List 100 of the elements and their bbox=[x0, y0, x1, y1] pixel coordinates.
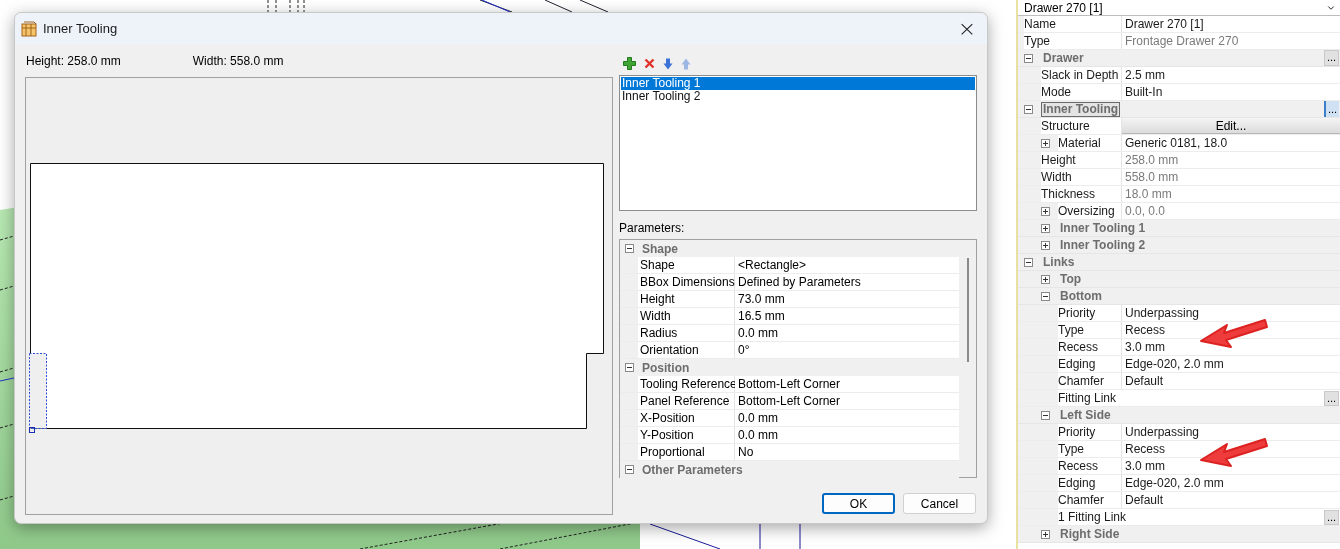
parameter-row[interactable]: X-Position 0.0 mm bbox=[620, 410, 959, 427]
property-row[interactable]: Priority Underpassing bbox=[1018, 424, 1340, 441]
property-row[interactable]: Edging Edge-020, 2.0 mm bbox=[1018, 356, 1340, 373]
collapse-icon[interactable] bbox=[625, 244, 634, 253]
collapse-icon[interactable] bbox=[1041, 291, 1050, 301]
property-row[interactable]: Oversizing 0.0, 0.0 bbox=[1018, 203, 1340, 220]
close-button[interactable]: × bbox=[947, 13, 987, 44]
property-row[interactable]: Priority Underpassing bbox=[1018, 305, 1340, 322]
property-value: 3.0 mm bbox=[1121, 458, 1340, 474]
collapse-icon[interactable] bbox=[1024, 53, 1033, 63]
property-label: Name bbox=[1024, 16, 1121, 32]
property-label: Width bbox=[1041, 169, 1121, 185]
property-row[interactable]: Type Recess bbox=[1018, 441, 1340, 458]
parameter-row[interactable]: Radius 0.0 mm bbox=[620, 325, 959, 342]
parameter-row[interactable]: BBox Dimensions Defined by Parameters bbox=[620, 274, 959, 291]
property-row[interactable]: Recess 3.0 mm bbox=[1018, 339, 1340, 356]
height-label: Height: 258.0 mm bbox=[26, 52, 121, 70]
property-row[interactable]: Material Generic 0181, 18.0 bbox=[1018, 135, 1340, 152]
property-row[interactable]: 1 Fitting Link ... bbox=[1018, 509, 1340, 526]
property-row[interactable]: Recess 3.0 mm bbox=[1018, 458, 1340, 475]
group-row[interactable]: Top bbox=[1018, 271, 1340, 288]
group-label: Top bbox=[1059, 271, 1083, 287]
expand-icon[interactable] bbox=[1041, 240, 1050, 250]
parameter-label: Radius bbox=[638, 325, 735, 341]
parameter-row[interactable]: Width 16.5 mm bbox=[620, 308, 959, 325]
group-row[interactable]: Right Side bbox=[1018, 526, 1340, 543]
property-value: 0.0, 0.0 bbox=[1121, 203, 1340, 219]
parameter-row[interactable]: Proportional No bbox=[620, 444, 959, 461]
group-row[interactable]: Left Side bbox=[1018, 407, 1340, 424]
group-label: Inner Tooling 1 bbox=[1059, 220, 1147, 236]
section-row[interactable]: Shape bbox=[620, 240, 959, 257]
ellipsis-button[interactable]: ... bbox=[1324, 390, 1339, 406]
parameter-row[interactable]: Tooling Reference Bottom-Left Corner bbox=[620, 376, 959, 393]
add-icon[interactable] bbox=[623, 57, 636, 70]
parameter-value: 0.0 mm bbox=[735, 325, 959, 341]
property-label: Recess bbox=[1058, 339, 1121, 355]
expand-icon[interactable] bbox=[1041, 206, 1050, 216]
expand-icon[interactable] bbox=[1041, 529, 1050, 539]
parameters-label: Parameters: bbox=[619, 220, 685, 237]
parameter-value: Bottom-Left Corner bbox=[735, 376, 959, 392]
expand-icon[interactable] bbox=[1041, 274, 1050, 284]
parameter-row[interactable]: Panel Reference Bottom-Left Corner bbox=[620, 393, 959, 410]
section-title: Other Parameters bbox=[642, 461, 743, 479]
dialog-button[interactable]: OK bbox=[822, 493, 895, 514]
collapse-icon[interactable] bbox=[625, 465, 634, 474]
parameter-label: Width bbox=[638, 308, 735, 324]
group-row[interactable]: Drawer ... bbox=[1018, 50, 1340, 67]
property-row[interactable]: Chamfer Default bbox=[1018, 373, 1340, 390]
section-title: Position bbox=[642, 359, 690, 377]
group-row[interactable]: Inner Tooling ... bbox=[1018, 101, 1340, 118]
property-value: Drawer 270 [1] bbox=[1121, 16, 1340, 32]
property-label: Material bbox=[1058, 135, 1121, 151]
collapse-icon[interactable] bbox=[1024, 257, 1033, 267]
property-row[interactable]: Name Drawer 270 [1] bbox=[1018, 16, 1340, 33]
property-row[interactable]: Slack in Depth 2.5 mm bbox=[1018, 67, 1340, 84]
parameter-row[interactable]: Y-Position 0.0 mm bbox=[620, 427, 959, 444]
expand-icon[interactable] bbox=[1041, 138, 1050, 148]
property-row[interactable]: Type Frontage Drawer 270 bbox=[1018, 33, 1340, 50]
delete-icon[interactable] bbox=[644, 58, 655, 69]
property-label: Slack in Depth bbox=[1041, 67, 1121, 83]
parameter-row[interactable]: Height 73.0 mm bbox=[620, 291, 959, 308]
property-row[interactable]: Width 558.0 mm bbox=[1018, 169, 1340, 186]
parameter-value: Defined by Parameters bbox=[735, 274, 959, 290]
property-row[interactable]: Fitting Link ... bbox=[1018, 390, 1340, 407]
collapse-icon[interactable] bbox=[625, 363, 634, 372]
ellipsis-button[interactable]: ... bbox=[1324, 101, 1339, 117]
parameter-label: X-Position bbox=[638, 410, 735, 426]
group-row[interactable]: Inner Tooling 1 bbox=[1018, 220, 1340, 237]
ellipsis-button[interactable]: ... bbox=[1324, 50, 1339, 66]
property-row[interactable]: Edging Edge-020, 2.0 mm bbox=[1018, 475, 1340, 492]
collapse-icon[interactable] bbox=[1041, 410, 1050, 420]
expand-icon[interactable] bbox=[1041, 223, 1050, 233]
dialog-button[interactable]: Cancel bbox=[903, 493, 976, 514]
list-item[interactable]: Inner Tooling 1 bbox=[621, 77, 975, 90]
property-row[interactable]: Structure Edit... bbox=[1018, 118, 1340, 135]
list-item[interactable]: Inner Tooling 2 bbox=[621, 90, 975, 103]
property-label: Recess bbox=[1058, 458, 1121, 474]
property-row[interactable]: Thickness 18.0 mm bbox=[1018, 186, 1340, 203]
parameter-label: Height bbox=[638, 291, 735, 307]
object-combo[interactable]: Drawer 270 [1] bbox=[1018, 0, 1340, 16]
down-arrow-icon[interactable] bbox=[663, 57, 673, 70]
property-row[interactable]: Height 258.0 mm bbox=[1018, 152, 1340, 169]
cabinet-icon bbox=[21, 20, 37, 37]
parameter-label: BBox Dimensions bbox=[638, 274, 735, 290]
section-row[interactable]: Position bbox=[620, 359, 959, 376]
property-row[interactable]: Chamfer Default bbox=[1018, 492, 1340, 509]
ellipsis-button[interactable]: ... bbox=[1324, 509, 1339, 525]
parameter-value: 0° bbox=[735, 342, 959, 358]
parameter-row[interactable]: Shape <Rectangle> bbox=[620, 257, 959, 274]
group-row[interactable]: Links bbox=[1018, 254, 1340, 271]
property-row[interactable]: Type Recess bbox=[1018, 322, 1340, 339]
property-label: Fitting Link bbox=[1058, 390, 1324, 406]
edit-button[interactable]: Edit... bbox=[1122, 118, 1340, 134]
collapse-icon[interactable] bbox=[1024, 104, 1033, 114]
section-row[interactable]: Other Parameters bbox=[620, 461, 959, 478]
group-row[interactable]: Inner Tooling 2 bbox=[1018, 237, 1340, 254]
scrollbar[interactable] bbox=[959, 240, 976, 477]
parameter-row[interactable]: Orientation 0° bbox=[620, 342, 959, 359]
group-row[interactable]: Bottom bbox=[1018, 288, 1340, 305]
property-row[interactable]: Mode Built-In bbox=[1018, 84, 1340, 101]
